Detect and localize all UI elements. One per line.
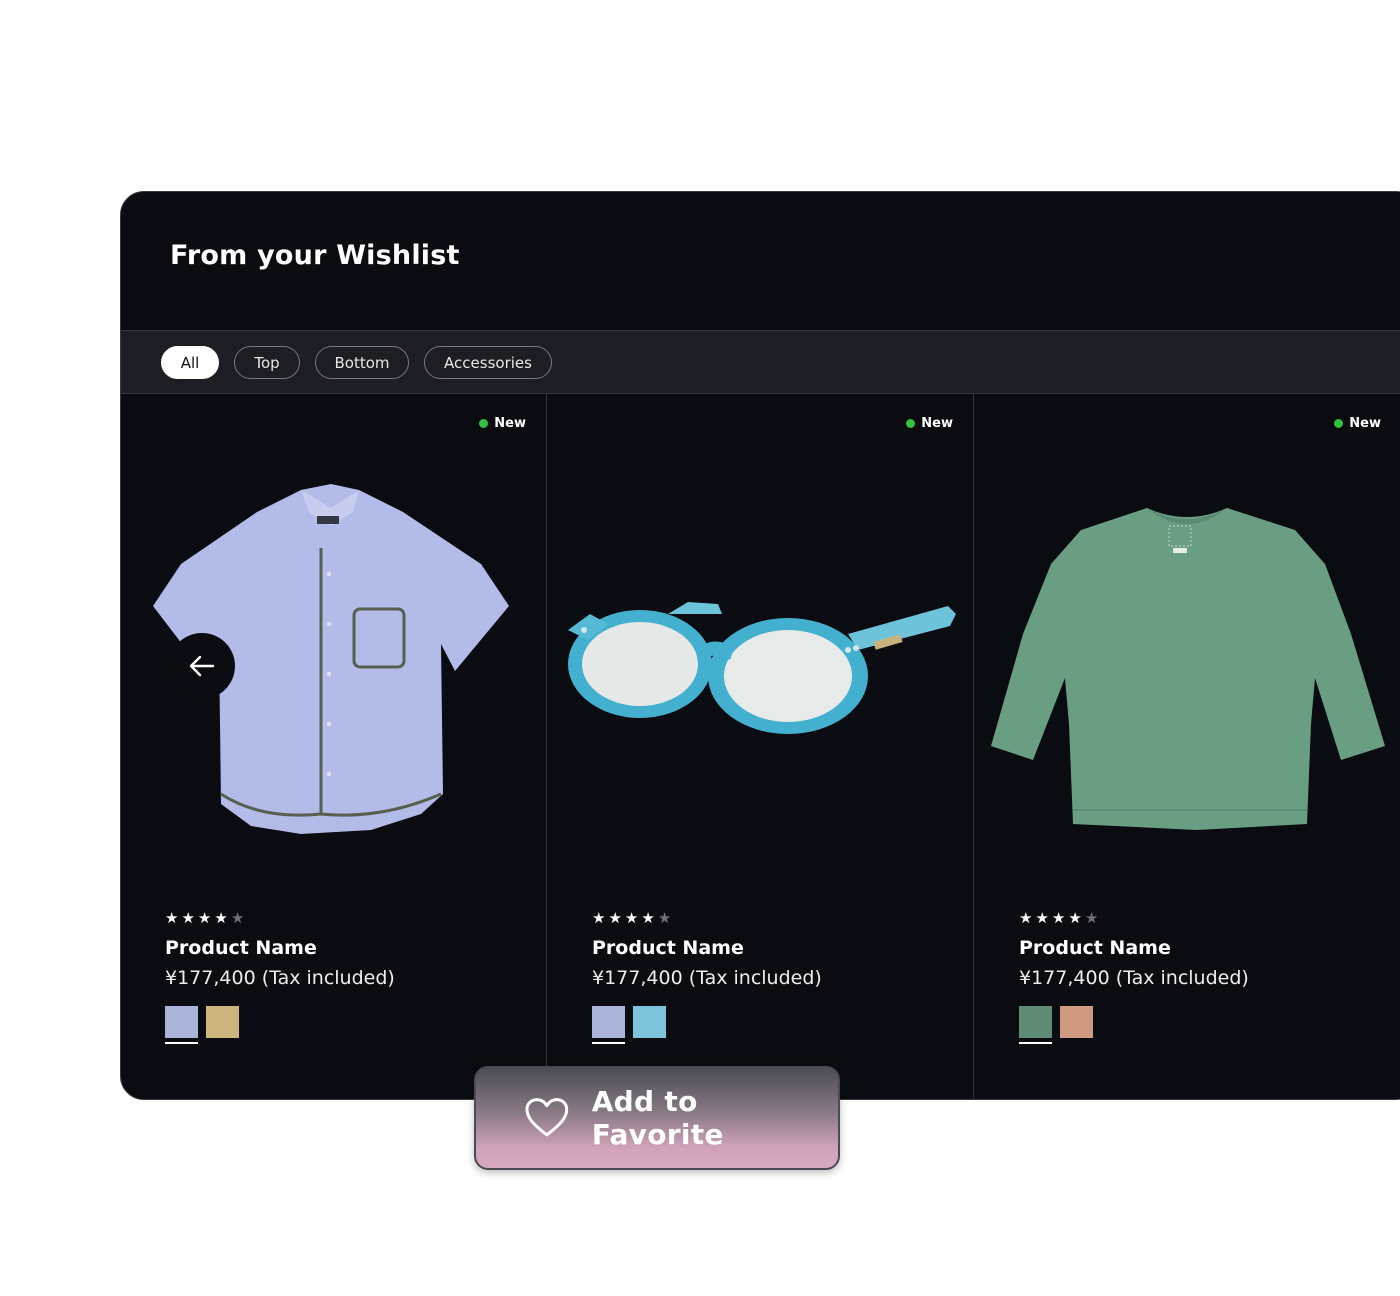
star-empty-icon: ★ xyxy=(1084,909,1099,927)
sweater-image xyxy=(991,508,1385,830)
status-dot-icon xyxy=(1334,419,1344,428)
star-empty-icon: ★ xyxy=(230,909,245,927)
color-swatches xyxy=(592,1006,666,1046)
star-icon: ★ xyxy=(181,909,195,927)
status-dot-icon xyxy=(906,419,916,428)
product-name[interactable]: Product Name xyxy=(1019,937,1171,959)
carousel-prev-button[interactable] xyxy=(169,633,235,699)
filter-chip-top[interactable]: Top xyxy=(234,346,300,379)
product-price: ¥177,400 (Tax included) xyxy=(165,967,395,989)
filter-bar: All Top Bottom Accessories xyxy=(121,330,1400,394)
rating-stars: ★ ★ ★ ★ ★ xyxy=(165,911,244,926)
color-swatch[interactable] xyxy=(1060,1006,1093,1046)
star-icon: ★ xyxy=(641,909,655,927)
favorite-button-label: Add to Favorite xyxy=(591,1085,724,1151)
star-icon: ★ xyxy=(1019,909,1033,927)
new-badge: New xyxy=(1334,416,1381,431)
product-name[interactable]: Product Name xyxy=(165,937,317,959)
panel-title: From your Wishlist xyxy=(170,240,460,271)
new-badge: New xyxy=(906,416,953,431)
product-price: ¥177,400 (Tax included) xyxy=(592,967,822,989)
status-dot-icon xyxy=(479,419,489,428)
color-swatches xyxy=(1019,1006,1093,1046)
filter-chip-all[interactable]: All xyxy=(161,346,219,379)
star-icon: ★ xyxy=(214,909,228,927)
arrow-left-icon xyxy=(189,655,215,677)
star-icon: ★ xyxy=(592,909,606,927)
color-swatches xyxy=(165,1006,239,1046)
badge-label: New xyxy=(1349,416,1381,431)
product-name[interactable]: Product Name xyxy=(592,937,744,959)
star-icon: ★ xyxy=(1051,909,1066,927)
star-icon: ★ xyxy=(165,909,179,927)
product-card[interactable]: New ★ ★ ★ ★ ★ Product Name ¥177,400 (Tax… xyxy=(975,394,1400,1099)
new-badge: New xyxy=(479,416,526,431)
color-swatch-selected[interactable] xyxy=(165,1006,198,1046)
product-card[interactable]: New ★ ★ ★ ★ ★ Product Name ¥177,400 (Tax… xyxy=(121,394,547,1099)
product-grid: New ★ ★ ★ ★ ★ Product Name ¥177,400 (Tax… xyxy=(121,394,1400,1099)
product-price: ¥177,400 (Tax included) xyxy=(1019,967,1249,989)
star-icon: ★ xyxy=(608,909,622,927)
filter-chip-bottom[interactable]: Bottom xyxy=(315,346,409,379)
star-icon: ★ xyxy=(624,909,639,927)
filter-chip-accessories[interactable]: Accessories xyxy=(424,346,552,379)
wishlist-panel: From your Wishlist All Top Bottom Access… xyxy=(120,191,1400,1100)
heart-icon xyxy=(525,1098,569,1137)
rating-stars: ★ ★ ★ ★ ★ xyxy=(592,911,671,926)
glasses-image xyxy=(568,602,956,734)
badge-label: New xyxy=(494,416,526,431)
color-swatch[interactable] xyxy=(633,1006,666,1046)
color-swatch-selected[interactable] xyxy=(592,1006,625,1046)
star-icon: ★ xyxy=(1068,909,1082,927)
product-card[interactable]: New ★ ★ ★ ★ ★ Product Name ¥177,400 (Tax… xyxy=(548,394,974,1099)
color-swatch[interactable] xyxy=(206,1006,239,1046)
star-icon: ★ xyxy=(1035,909,1049,927)
badge-label: New xyxy=(921,416,953,431)
star-icon: ★ xyxy=(197,909,212,927)
add-to-favorite-button[interactable]: Add to Favorite xyxy=(474,1066,840,1170)
rating-stars: ★ ★ ★ ★ ★ xyxy=(1019,911,1098,926)
star-empty-icon: ★ xyxy=(657,909,672,927)
color-swatch-selected[interactable] xyxy=(1019,1006,1052,1046)
